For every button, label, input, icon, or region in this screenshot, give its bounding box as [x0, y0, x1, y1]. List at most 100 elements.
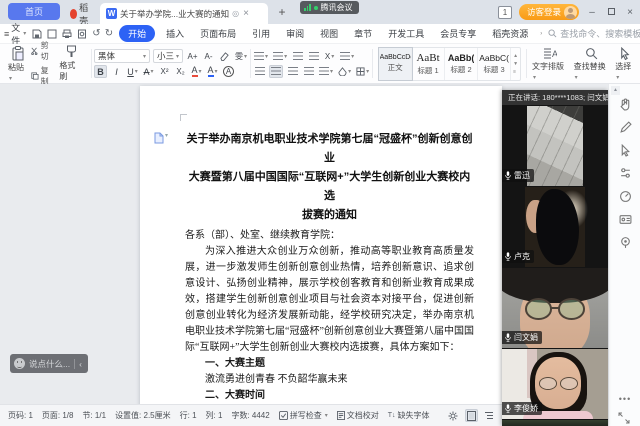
id-card-icon[interactable]	[619, 213, 632, 226]
char-border-button[interactable]: A	[222, 65, 235, 78]
line-spacing-button[interactable]: ▾	[318, 65, 334, 78]
shading-button[interactable]: ▾	[337, 65, 352, 78]
chevron-down-icon: ▾	[143, 53, 146, 60]
chat-input-placeholder[interactable]: 说点什么...	[29, 358, 70, 370]
highlight-color-button[interactable]: A▾	[190, 65, 203, 78]
tab-document[interactable]: W 关于举办学院...业大赛的通知 ◎ ×	[100, 3, 268, 24]
cut-button[interactable]: 剪切	[31, 40, 57, 62]
asian-layout-button[interactable]: X▾	[323, 50, 336, 63]
print-preview-icon[interactable]	[77, 29, 87, 39]
close-button[interactable]: ×	[624, 7, 636, 18]
font-color-button[interactable]: A▾	[206, 65, 219, 78]
meeting-panel[interactable]: 正在讲话: 180****1083; 闫文娟 雷迅 卢克	[502, 90, 608, 426]
collapse-chat-icon[interactable]: ‹	[79, 359, 82, 369]
paragraph-layout-button[interactable]: ▾	[339, 50, 355, 63]
maximize-button[interactable]	[605, 7, 617, 18]
clear-format-button[interactable]	[218, 50, 231, 63]
align-left-button[interactable]	[253, 65, 266, 78]
numbered-list-button[interactable]: ▾	[272, 50, 288, 63]
menu-tab-member[interactable]: 会员专享	[435, 26, 481, 41]
menu-tab-references[interactable]: 引用	[247, 26, 275, 41]
eye-protection-icon[interactable]	[447, 409, 460, 422]
menu-tab-sections[interactable]: 章节	[349, 26, 377, 41]
superscript-button[interactable]: X²	[158, 65, 171, 78]
print-icon[interactable]	[62, 29, 72, 39]
cursor-select-icon[interactable]	[619, 144, 632, 157]
pinyin-guide-button[interactable]: 雯▾	[234, 50, 248, 63]
participant-video[interactable]: 闫文娟	[502, 268, 608, 348]
export-icon[interactable]	[47, 29, 57, 39]
participant-video[interactable]: 李俊娇	[502, 349, 608, 419]
meeting-floating-badge[interactable]: 腾讯会议	[300, 1, 359, 14]
menu-tab-home[interactable]: 开始	[119, 25, 155, 42]
align-center-button[interactable]	[269, 65, 283, 78]
guest-login-button[interactable]: 访客登录	[519, 4, 579, 20]
shrink-font-button[interactable]: A-	[202, 50, 215, 63]
participant-video[interactable]: 卢克	[502, 187, 608, 267]
status-word-count[interactable]: 字数: 4442	[231, 410, 269, 421]
location-pin-icon[interactable]	[619, 236, 632, 249]
hand-tool-icon[interactable]	[619, 98, 632, 111]
underline-button[interactable]: U▾	[126, 65, 139, 78]
outline-view-icon[interactable]	[483, 409, 496, 422]
subscript-button[interactable]: X₂	[174, 65, 187, 78]
document-page[interactable]: ▾ 关于举办南京机电职业技术学院第七届“冠盛杯”创新创意创业 大赛暨第八届中国国…	[140, 86, 502, 404]
participant-video-partial[interactable]	[502, 420, 608, 426]
file-menu[interactable]: ≡ 文件 ▾	[4, 21, 26, 47]
menu-tab-view[interactable]: 视图	[315, 26, 343, 41]
grow-font-button[interactable]: A+	[186, 50, 199, 63]
style-heading-2[interactable]: AaBb( 标题 2	[445, 48, 478, 80]
timer-icon[interactable]	[619, 190, 632, 203]
increase-indent-button[interactable]	[307, 50, 320, 63]
scroll-up-arrow[interactable]: ▲	[611, 86, 620, 95]
menu-tab-review[interactable]: 审阅	[281, 26, 309, 41]
menu-tab-docer-resources[interactable]: 稻壳资源	[487, 26, 533, 41]
adjust-sliders-icon[interactable]	[619, 167, 632, 180]
undo-icon[interactable]: ↺	[92, 28, 100, 39]
format-painter-button[interactable]: 格式刷	[56, 45, 86, 82]
style-normal[interactable]: AaBbCcDd 正文	[379, 48, 412, 80]
justify-button[interactable]	[302, 65, 315, 78]
paste-button[interactable]: 粘贴▾	[5, 46, 31, 82]
strikethrough-button[interactable]: A▾	[142, 65, 155, 78]
pen-icon[interactable]	[619, 121, 632, 134]
menu-tab-dev-tools[interactable]: 开发工具	[383, 26, 429, 41]
style-heading-1[interactable]: AaBt 标题 1	[412, 48, 445, 80]
emoji-icon[interactable]	[14, 358, 25, 369]
participant-video[interactable]: 雷迅	[502, 106, 608, 186]
new-tab-button[interactable]: +	[274, 5, 290, 21]
menu-tab-page-layout[interactable]: 页面布局	[195, 26, 241, 41]
font-size-select[interactable]: 小三▾	[153, 49, 183, 63]
menu-tab-insert[interactable]: 插入	[161, 26, 189, 41]
find-replace-button[interactable]: 查找替换▾	[571, 46, 613, 81]
proofread-button[interactable]: 文档校对	[337, 410, 379, 421]
window-manager-icon[interactable]: 1	[498, 6, 512, 19]
page-view-icon[interactable]	[465, 409, 478, 422]
save-icon[interactable]	[32, 29, 42, 39]
select-button[interactable]: 选择▾	[612, 46, 638, 81]
redo-icon[interactable]: ↻	[105, 28, 113, 39]
tab-close-icon[interactable]: ×	[242, 8, 250, 19]
spellcheck-button[interactable]: 拼写检查▾	[279, 410, 328, 421]
italic-button[interactable]: I	[110, 65, 123, 78]
menu-overflow-icon[interactable]: ›	[540, 31, 542, 37]
bold-button[interactable]: B	[94, 65, 107, 78]
minimize-button[interactable]: –	[586, 7, 598, 18]
decrease-indent-button[interactable]	[291, 50, 304, 63]
align-right-button[interactable]	[286, 65, 299, 78]
borders-button[interactable]: ▾	[355, 65, 370, 78]
tab-home[interactable]: 首页	[8, 3, 60, 20]
more-options-icon[interactable]: •••	[609, 394, 640, 404]
expand-panel-icon[interactable]	[618, 411, 630, 426]
missing-font-button[interactable]: T↓ 缺失字体	[388, 410, 430, 421]
paragraph-tag-icon[interactable]: ▾	[154, 132, 168, 144]
tab-docer[interactable]: 稻壳	[64, 3, 98, 24]
styles-gallery-scroll[interactable]: ▲▼≡	[511, 53, 520, 75]
meeting-chat-pill[interactable]: 说点什么... ‹	[10, 354, 88, 373]
font-name-select[interactable]: 黑体▾	[94, 49, 150, 63]
section-heading: 二、大赛时间	[185, 388, 474, 404]
bullet-list-button[interactable]: ▾	[253, 50, 269, 63]
text-layout-button[interactable]: A 文字排版▾	[529, 46, 571, 81]
style-heading-3[interactable]: AaBbC( 标题 3	[478, 48, 511, 80]
search-input[interactable]: 查找命令、搜索模板	[548, 27, 640, 40]
